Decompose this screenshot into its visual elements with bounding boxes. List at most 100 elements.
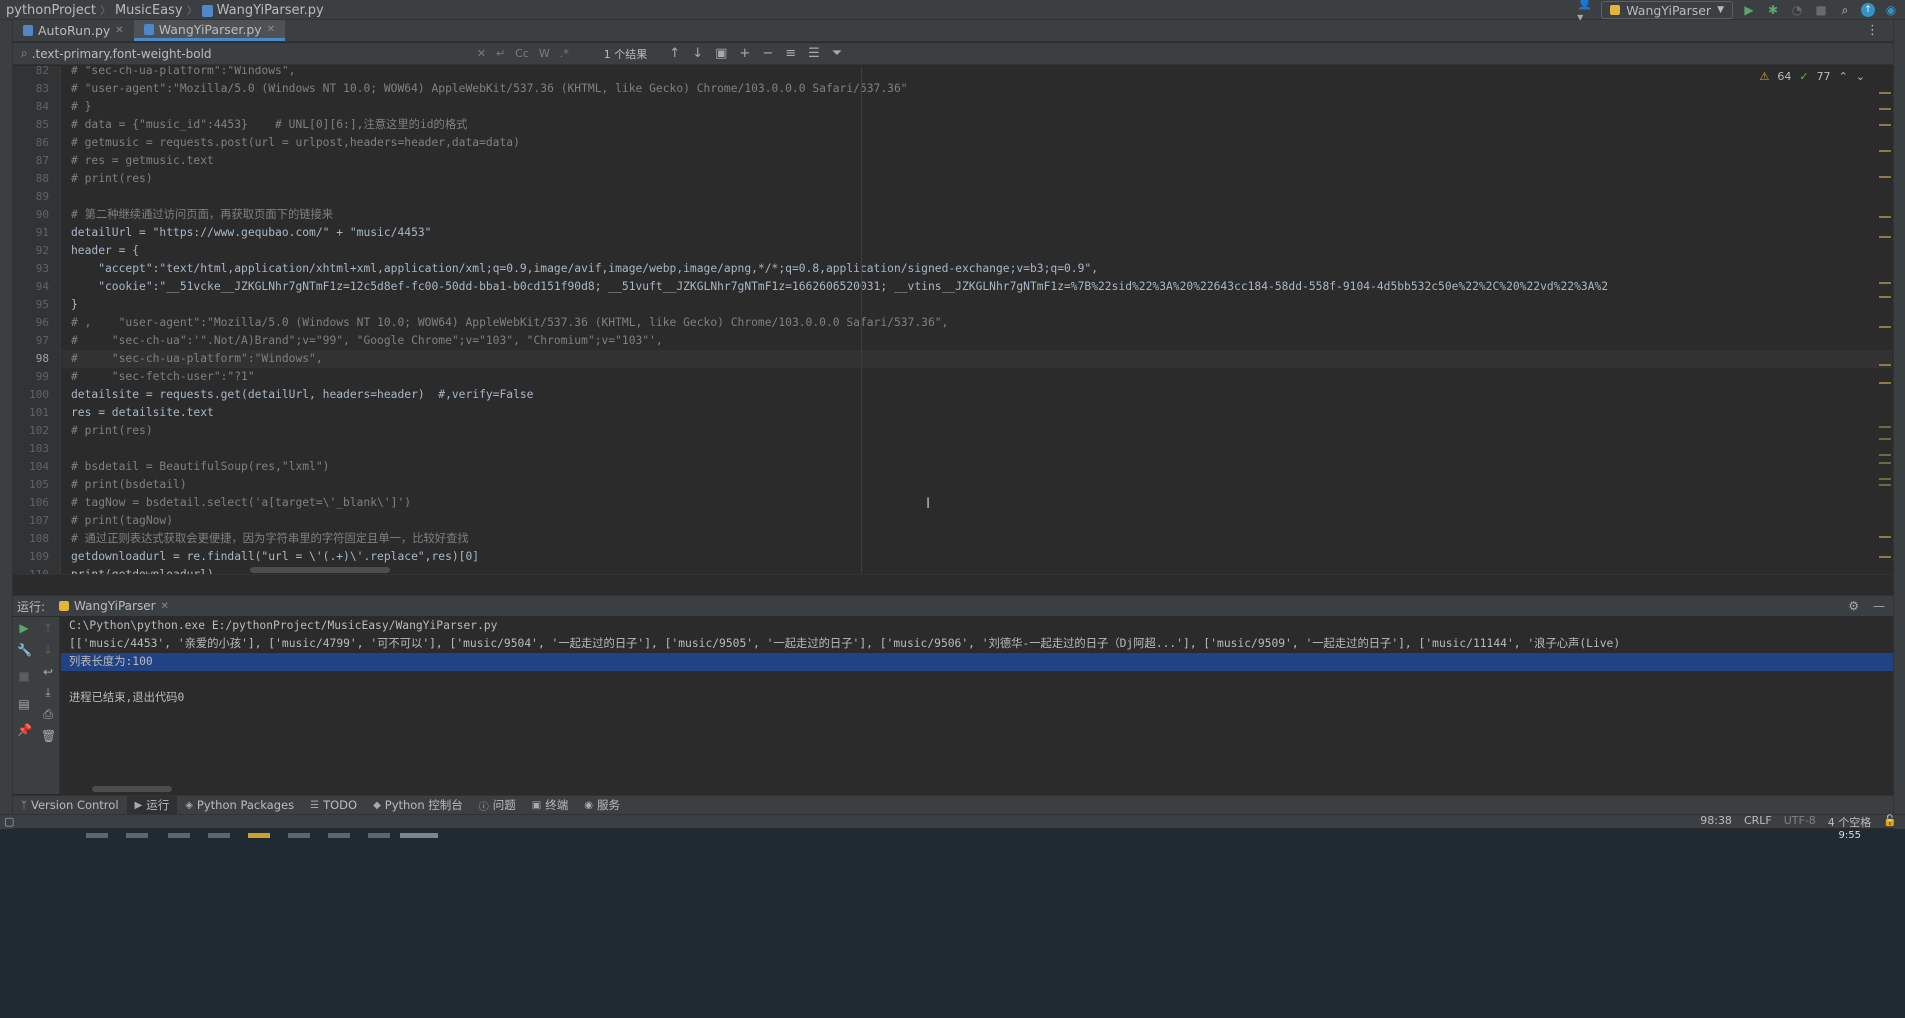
inspection-widget[interactable]: ⚠ 64 ✓ 77 ⌃ ⌄ — [1759, 70, 1865, 83]
arrow-down-icon[interactable]: ↓ — [41, 643, 55, 657]
tab-wangyiparser[interactable]: WangYiParser.py ✕ — [133, 20, 286, 41]
search-input[interactable] — [31, 46, 472, 61]
close-icon[interactable]: ✕ — [161, 601, 169, 612]
chevron-up-icon[interactable]: ⌃ — [1839, 70, 1848, 83]
jetbrains-icon[interactable]: ◉ — [1883, 2, 1899, 18]
error-stripe[interactable] — [1879, 86, 1891, 566]
panel-divider[interactable] — [13, 574, 1893, 594]
run-icon[interactable]: ▶ — [1741, 2, 1757, 18]
regex-toggle[interactable]: .* — [560, 47, 569, 60]
scroll-to-end-icon[interactable]: ⤓ — [41, 685, 55, 700]
chevron-down-icon[interactable]: ⌄ — [1856, 70, 1865, 83]
warning-marker[interactable] — [1879, 556, 1891, 558]
warning-marker[interactable] — [1879, 454, 1891, 456]
match-case-toggle[interactable]: Cc — [515, 47, 529, 60]
tool-version-control[interactable]: ᛘ Version Control — [13, 796, 127, 815]
run-tab[interactable]: WangYiParser ✕ — [59, 599, 169, 613]
select-all-occurrences-icon[interactable]: ≡ — [785, 46, 796, 61]
warning-marker[interactable] — [1879, 536, 1891, 538]
trash-icon[interactable]: 🗑 — [41, 729, 56, 743]
file-encoding[interactable]: UTF-8 — [1784, 814, 1816, 830]
search-icon[interactable]: ⌕ — [1837, 2, 1853, 18]
filter-icon[interactable]: ⏷ — [832, 46, 842, 61]
taskbar-app-icon[interactable] — [208, 833, 230, 838]
breadcrumb-file[interactable]: WangYiParser.py — [217, 3, 324, 18]
words-toggle[interactable]: W — [539, 47, 550, 60]
taskbar-app-icon[interactable] — [288, 833, 310, 838]
coverage-icon[interactable]: ◔ — [1789, 2, 1805, 18]
taskbar-app-icon[interactable] — [368, 833, 390, 838]
horizontal-scrollbar[interactable] — [92, 786, 172, 792]
minimize-icon[interactable]: — — [1873, 599, 1885, 613]
warning-marker[interactable] — [1879, 92, 1891, 94]
gear-icon[interactable]: ⚙ — [1848, 599, 1859, 613]
print-icon[interactable]: ⎙ — [41, 707, 55, 722]
lock-icon[interactable]: 🔓 — [1883, 814, 1897, 830]
arrow-up-icon[interactable]: ↑ — [41, 621, 55, 635]
stop-icon[interactable]: ■ — [1813, 2, 1829, 18]
breadcrumb-folder[interactable]: MusicEasy — [115, 3, 183, 18]
line-separator[interactable]: CRLF — [1744, 814, 1772, 830]
select-all-icon[interactable]: ▣ — [715, 46, 727, 61]
wrench-icon[interactable]: 🔧 — [17, 643, 32, 657]
warning-marker[interactable] — [1879, 478, 1891, 480]
remove-occurrence-icon[interactable]: − — [762, 46, 773, 61]
tab-autorun[interactable]: AutoRun.py ✕ — [13, 20, 134, 41]
warning-marker[interactable] — [1879, 124, 1891, 126]
arrow-up-icon[interactable]: ↑ — [669, 46, 680, 61]
layout-icon[interactable]: ▤ — [17, 697, 31, 711]
warning-marker[interactable] — [1879, 236, 1891, 238]
pin-icon[interactable]: 📌 — [17, 723, 32, 737]
warning-marker[interactable] — [1879, 382, 1891, 384]
taskbar-app-icon[interactable] — [328, 833, 350, 838]
tool-run[interactable]: ▶ 运行 — [126, 795, 178, 815]
warning-marker[interactable] — [1879, 326, 1891, 328]
tool-todo[interactable]: ☰ TODO — [302, 796, 365, 815]
breadcrumb: pythonProject 〉 MusicEasy 〉 WangYiParser… — [6, 2, 324, 18]
user-icon[interactable]: 👤▾ — [1577, 0, 1593, 24]
stop-icon[interactable]: ■ — [17, 669, 31, 683]
taskbar-app-icon[interactable] — [86, 833, 108, 838]
close-icon[interactable]: ✕ — [267, 24, 275, 35]
taskbar-app-icon[interactable] — [248, 833, 270, 838]
more-vertical-icon[interactable]: ⋮ — [1866, 23, 1879, 38]
tool-problems[interactable]: ⓘ 问题 — [471, 796, 524, 815]
update-icon[interactable]: ↑ — [1861, 3, 1875, 17]
rerun-icon[interactable]: ▶ — [17, 621, 31, 635]
new-line-icon[interactable]: ↵ — [496, 47, 505, 60]
caret-position[interactable]: 98:38 — [1700, 814, 1732, 830]
code-editor[interactable]: # "sec-ch-ua-platform":"Windows", # "user… — [62, 66, 1892, 574]
warning-marker[interactable] — [1879, 216, 1891, 218]
layout-icon[interactable]: ▢ — [4, 815, 14, 828]
debug-icon[interactable]: ✱ — [1765, 2, 1781, 18]
tool-python-packages[interactable]: ◈ Python Packages — [177, 796, 302, 815]
close-icon[interactable]: ✕ — [115, 25, 123, 36]
add-occurrence-icon[interactable]: + — [739, 46, 750, 61]
breadcrumb-project[interactable]: pythonProject — [6, 3, 96, 18]
warning-marker[interactable] — [1879, 176, 1891, 178]
warning-marker[interactable] — [1879, 150, 1891, 152]
taskbar-app-icon[interactable] — [126, 833, 148, 838]
console-output[interactable]: C:\Python\python.exe E:/pythonProject/Mu… — [61, 617, 1893, 794]
warning-marker[interactable] — [1879, 426, 1891, 428]
run-config-select[interactable]: WangYiParser ▼ — [1601, 1, 1733, 19]
warning-marker[interactable] — [1879, 484, 1891, 486]
taskbar-clock[interactable]: 9:55 — [1839, 830, 1861, 841]
options-icon[interactable]: ☰ — [808, 46, 820, 61]
warning-marker[interactable] — [1879, 438, 1891, 440]
warning-marker[interactable] — [1879, 296, 1891, 298]
taskbar-app-icon[interactable] — [168, 833, 190, 838]
tool-terminal[interactable]: ▣ 终端 — [524, 796, 576, 815]
tool-services[interactable]: ◉ 服务 — [576, 796, 628, 815]
warning-marker[interactable] — [1879, 462, 1891, 464]
tool-python-console[interactable]: ◆ Python 控制台 — [365, 796, 471, 815]
clear-icon[interactable]: ✕ — [477, 47, 486, 60]
taskbar-app-icon[interactable] — [400, 833, 438, 838]
arrow-down-icon[interactable]: ↓ — [692, 46, 703, 61]
warning-marker[interactable] — [1879, 108, 1891, 110]
soft-wrap-icon[interactable]: ↩ — [41, 665, 55, 679]
warning-marker[interactable] — [1879, 282, 1891, 284]
warning-marker[interactable] — [1879, 364, 1891, 366]
horizontal-scrollbar[interactable] — [250, 567, 390, 573]
indent-setting[interactable]: 4 个空格 — [1828, 814, 1872, 830]
